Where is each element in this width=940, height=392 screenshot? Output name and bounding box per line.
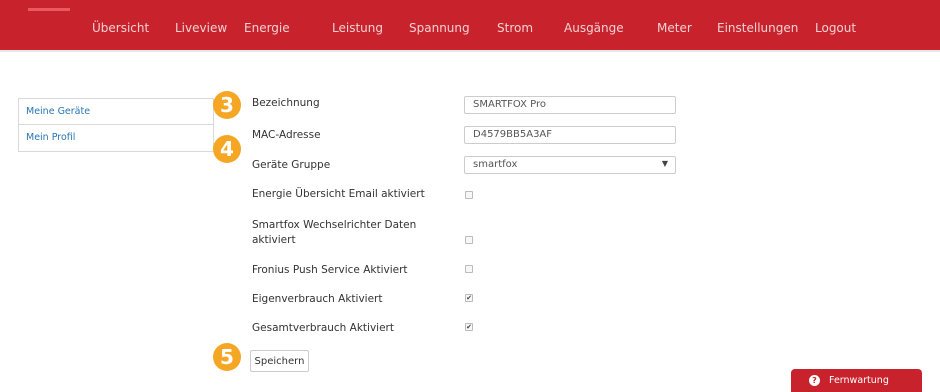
self-consumption-checkbox[interactable]: ✔ [465,294,473,302]
save-button[interactable]: Speichern [250,350,309,372]
nav-item-ausgaenge[interactable]: Ausgänge [564,21,624,35]
step-badge-5: 5 [213,343,241,371]
check-icon: ✔ [466,294,472,302]
sidebar-item-mein-profil[interactable]: Mein Profil [18,125,214,152]
remote-maintenance-button[interactable]: ? Fernwartung [791,369,922,392]
top-navbar: Übersicht Liveview Energie Leistung Span… [0,0,940,50]
nav-item-meter[interactable]: Meter [657,21,692,35]
nav-item-einstellungen[interactable]: Einstellungen [717,21,798,35]
bezeichnung-label: Bezeichnung [252,97,320,109]
device-group-label: Geräte Gruppe [252,159,331,171]
total-consumption-label: Gesamtverbrauch Aktiviert [252,322,394,334]
mac-address-input[interactable]: D4579BB5A3AF [464,126,676,144]
help-icon: ? [809,375,820,386]
active-nav-indicator [28,8,70,11]
navbar-divider [0,50,940,52]
nav-item-leistung[interactable]: Leistung [332,21,383,35]
step-badge-3: 3 [213,91,241,119]
nav-item-strom[interactable]: Strom [497,21,533,35]
nav-item-logout[interactable]: Logout [815,21,856,35]
energy-email-label: Energie Übersicht Email aktiviert [252,188,425,200]
bezeichnung-input[interactable]: SMARTFOX Pro [464,96,676,114]
caret-down-icon: ▼ [661,159,668,168]
mac-address-label: MAC-Adresse [252,129,321,141]
fronius-push-label: Fronius Push Service Aktiviert [252,264,408,276]
device-group-select[interactable]: smartfox ▼ [464,156,676,174]
inverter-data-label: Smartfox Wechselrichter Daten aktiviert [252,219,417,246]
self-consumption-label: Eigenverbrauch Aktiviert [252,293,383,305]
nav-item-uebersicht[interactable]: Übersicht [92,21,149,35]
total-consumption-checkbox[interactable]: ✔ [465,323,473,331]
energy-email-checkbox[interactable] [465,191,473,199]
inverter-data-checkbox[interactable] [465,236,473,244]
step-badge-4: 4 [213,135,241,163]
sidebar: Meine Geräte Mein Profil [18,98,214,152]
nav-item-spannung[interactable]: Spannung [409,21,470,35]
nav-item-energie[interactable]: Energie [244,21,290,35]
nav-item-liveview[interactable]: Liveview [175,21,227,35]
remote-maintenance-label: Fernwartung [829,375,889,386]
fronius-push-checkbox[interactable] [465,265,473,273]
sidebar-item-meine-geraete[interactable]: Meine Geräte [18,98,214,125]
check-icon: ✔ [466,323,472,331]
device-group-value: smartfox [473,159,518,170]
